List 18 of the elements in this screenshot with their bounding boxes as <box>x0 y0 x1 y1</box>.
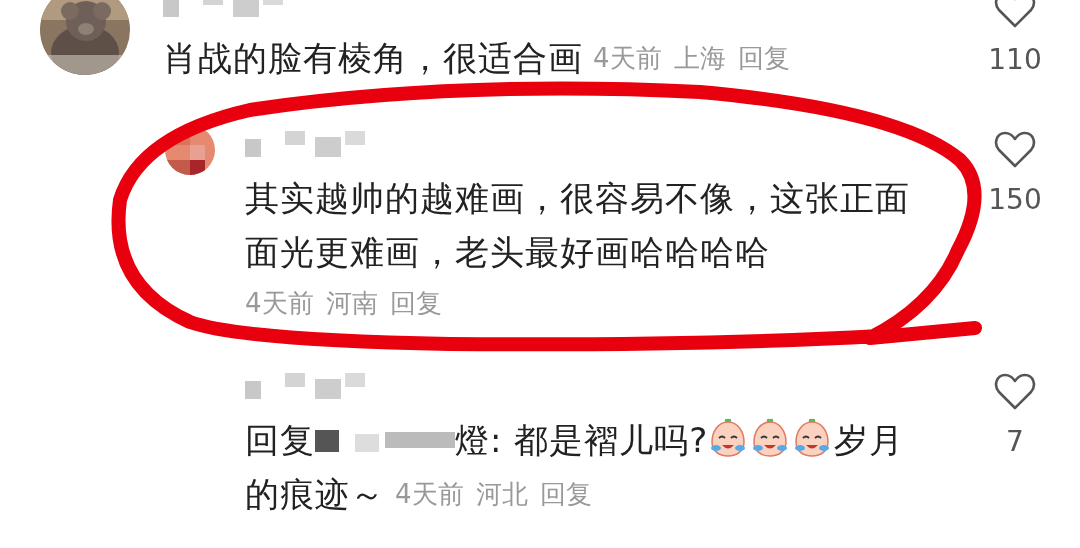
comment-location: 河北 <box>475 478 528 511</box>
reply-link[interactable]: 回复 <box>737 31 790 85</box>
heart-icon[interactable] <box>994 0 1036 29</box>
reply-link[interactable]: 回复 <box>389 279 442 327</box>
like-count: 150 <box>988 183 1042 216</box>
comment-text: 回复 燈: 都是褶儿吗? 岁月的痕迹～ 4天前 河北 回复 <box>245 413 935 521</box>
comment-text: 肖战的脸有棱角，很适合画 4天前 上海 回复 <box>163 31 923 85</box>
comment-location: 河南 <box>325 287 378 320</box>
comment-text: 其实越帅的越难画，很容易不像，这张正面面光更难画，老头最好画哈哈哈哈 <box>245 177 911 274</box>
heart-icon[interactable] <box>994 373 1036 411</box>
reply-link[interactable]: 回复 <box>539 467 592 521</box>
like-count: 7 <box>1006 425 1024 458</box>
like-count: 110 <box>988 43 1042 76</box>
comment-time: 4天前 <box>245 287 314 320</box>
comment-location: 上海 <box>673 42 726 75</box>
comment-time: 4天前 <box>395 478 464 511</box>
comment-time: 4天前 <box>593 42 662 75</box>
heart-icon[interactable] <box>994 131 1036 169</box>
